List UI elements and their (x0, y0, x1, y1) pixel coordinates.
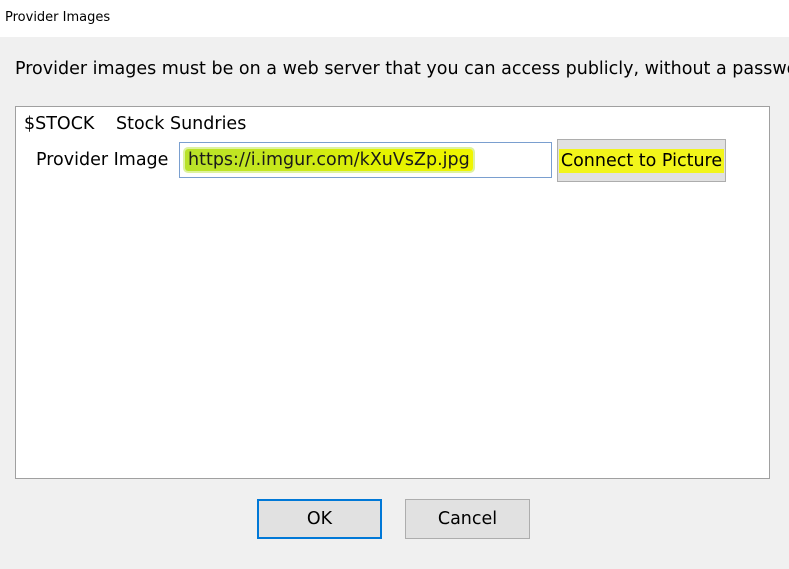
instruction-text: Provider images must be on a web server … (15, 59, 789, 79)
connect-to-picture-button[interactable]: Connect to Picture (557, 139, 726, 182)
connect-to-picture-label: Connect to Picture (558, 148, 725, 173)
cancel-button[interactable]: Cancel (405, 499, 530, 539)
provider-image-label: Provider Image (36, 150, 169, 170)
provider-image-url-input[interactable]: https://i.imgur.com/kXuVsZp.jpg (179, 142, 552, 178)
provider-image-url-value: https://i.imgur.com/kXuVsZp.jpg (185, 149, 473, 171)
ok-button[interactable]: OK (257, 499, 382, 539)
record-code: $STOCK (24, 114, 95, 134)
record-header: $STOCK Stock Sundries (24, 114, 246, 134)
title-bar: Provider Images (0, 0, 789, 37)
record-name: Stock Sundries (115, 114, 247, 134)
window-title: Provider Images (5, 10, 111, 25)
content-panel: $STOCK Stock Sundries Provider Image htt… (15, 106, 770, 479)
